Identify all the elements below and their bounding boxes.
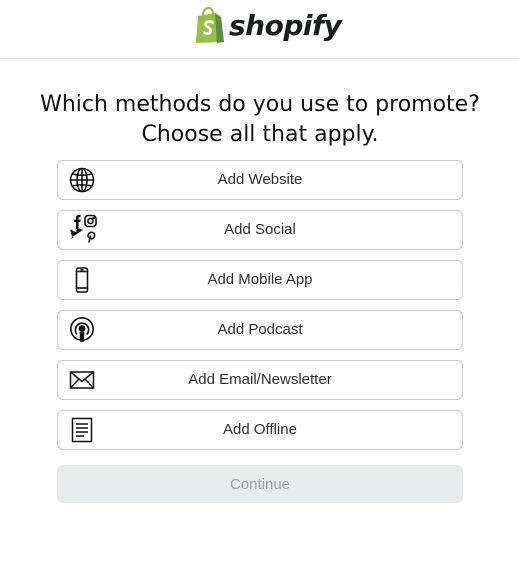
add-social-button[interactable]: Add Social (57, 210, 463, 250)
add-podcast-button[interactable]: Add Podcast (57, 310, 463, 350)
shopping-bag-icon (196, 7, 224, 43)
option-label: Add Website (217, 171, 303, 188)
logo-wordmark: shopify (229, 9, 342, 42)
option-label: Add Offline (223, 421, 297, 438)
option-label: Add Email/Newsletter (188, 371, 332, 388)
continue-button[interactable]: Continue (57, 465, 463, 503)
add-email-newsletter-button[interactable]: Add Email/Newsletter (57, 360, 463, 400)
add-offline-button[interactable]: Add Offline (57, 410, 463, 450)
add-mobile-app-button[interactable]: Add Mobile App (57, 260, 463, 300)
add-website-button[interactable]: Add Website (57, 160, 463, 200)
shopify-logo[interactable]: shopify (193, 7, 342, 45)
option-label: Add Social (224, 221, 296, 238)
option-label: Add Mobile App (207, 271, 313, 288)
header: shopify (0, 0, 519, 59)
page-title: Which methods do you use to promote? Cho… (40, 92, 480, 147)
option-label: Add Podcast (217, 321, 303, 338)
